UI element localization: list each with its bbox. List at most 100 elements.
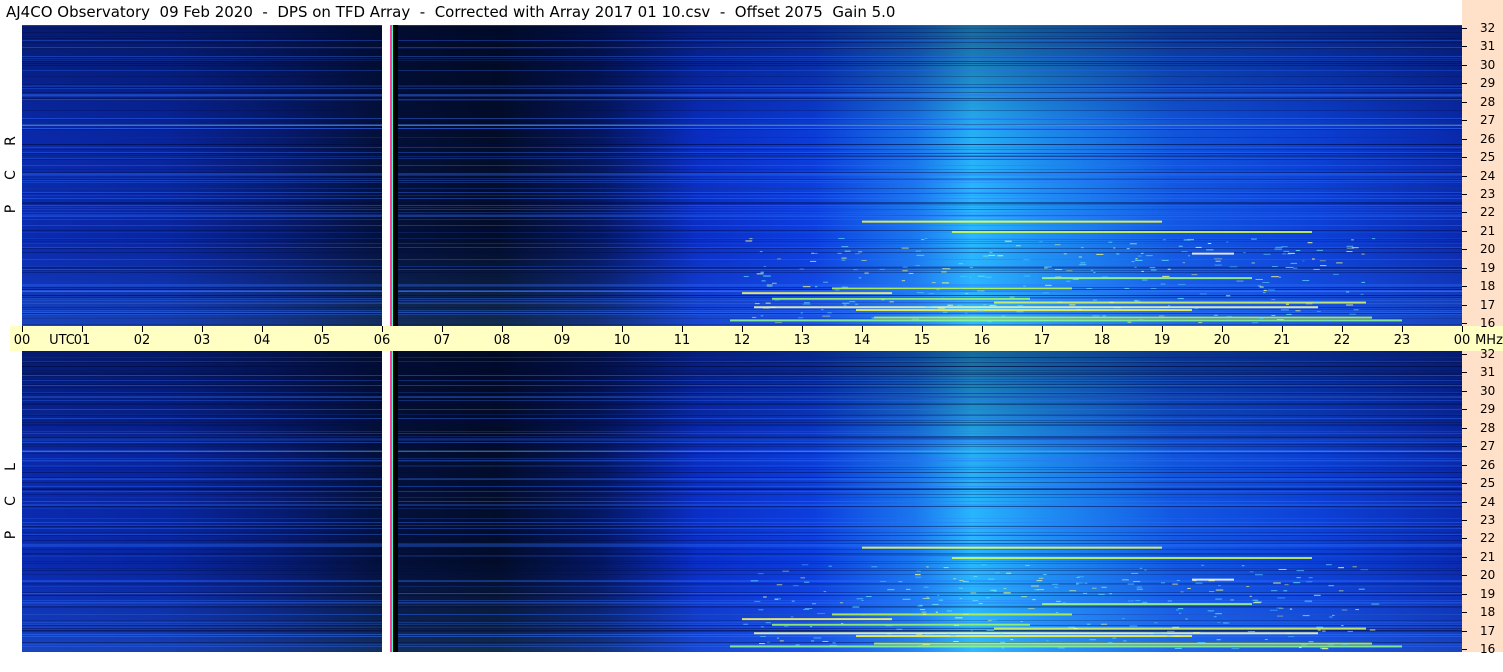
noise-line xyxy=(22,540,1462,541)
x-tick-label: 09 xyxy=(553,333,571,348)
noise-line xyxy=(22,561,1462,562)
noise-line xyxy=(22,472,1462,473)
burst-speckle xyxy=(1108,241,1113,243)
burst-speckle xyxy=(1177,283,1186,285)
burst-speckle xyxy=(1187,255,1191,257)
noise-line xyxy=(22,219,1462,220)
x-tick-label: 03 xyxy=(193,333,211,348)
burst-speckle xyxy=(841,259,846,261)
x-tick-mark xyxy=(622,326,623,332)
noise-line xyxy=(22,225,1462,226)
burst-speckle xyxy=(879,268,885,270)
noise-line xyxy=(22,636,1462,637)
noise-line xyxy=(22,65,1462,66)
y-tick-mark xyxy=(1462,575,1467,577)
noise-line xyxy=(22,535,1462,536)
burst-streak xyxy=(874,316,1372,319)
burst-speckle xyxy=(776,637,780,639)
burst-speckle xyxy=(765,302,771,304)
noise-line xyxy=(22,602,1462,603)
y-tick-label: 21 xyxy=(1480,223,1496,238)
burst-speckle xyxy=(1045,640,1049,642)
burst-speckle xyxy=(1043,267,1048,269)
y-tick-mark xyxy=(1462,538,1467,540)
noise-line xyxy=(22,56,1462,57)
burst-speckle xyxy=(1226,315,1233,317)
noise-line xyxy=(22,147,1462,148)
burst-speckle xyxy=(1093,271,1096,273)
noise-line xyxy=(22,593,1462,594)
noise-line xyxy=(22,525,1462,526)
gap-edge-line xyxy=(390,25,392,326)
burst-streak xyxy=(772,297,1030,300)
noise-line xyxy=(22,174,1462,175)
burst-speckle xyxy=(1255,278,1263,280)
burst-speckle xyxy=(1278,568,1287,570)
burst-speckle xyxy=(914,574,921,576)
burst-speckle xyxy=(799,268,805,270)
burst-speckle xyxy=(810,260,817,262)
burst-speckle xyxy=(749,238,753,240)
noise-line xyxy=(22,25,1462,26)
burst-speckle xyxy=(1129,625,1138,627)
burst-speckle xyxy=(938,599,944,601)
noise-line xyxy=(22,442,1462,443)
noise-line xyxy=(22,543,1462,544)
noise-line xyxy=(22,98,1462,99)
noise-line xyxy=(22,488,1462,489)
burst-speckle xyxy=(1307,242,1313,244)
burst-speckle xyxy=(953,578,957,580)
burst-speckle xyxy=(1341,609,1348,611)
noise-line xyxy=(22,188,1462,189)
burst-speckle xyxy=(989,304,997,306)
burst-speckle xyxy=(1271,266,1278,268)
panel-label-rcp: R C P xyxy=(3,124,19,226)
burst-speckle xyxy=(1271,276,1279,278)
burst-speckle xyxy=(1305,303,1313,305)
burst-speckle xyxy=(1113,247,1116,249)
burst-speckle xyxy=(1254,601,1263,603)
burst-streak xyxy=(754,632,1318,635)
burst-speckle xyxy=(1101,623,1108,625)
noise-line xyxy=(22,204,1462,205)
noise-line xyxy=(22,505,1462,506)
burst-speckle xyxy=(803,609,810,611)
burst-speckle xyxy=(1360,293,1364,295)
x-tick-label: 22 xyxy=(1333,333,1351,348)
x-tick-mark xyxy=(1162,326,1163,332)
noise-line xyxy=(22,99,1462,100)
burst-speckle xyxy=(1116,276,1122,278)
burst-speckle xyxy=(988,254,996,256)
burst-speckle xyxy=(828,565,832,567)
burst-speckle xyxy=(763,596,767,598)
burst-speckle xyxy=(915,576,922,578)
spectrogram-lcp xyxy=(22,351,1462,652)
burst-speckle xyxy=(1197,642,1206,644)
burst-speckle xyxy=(1271,315,1276,317)
burst-speckle xyxy=(1004,240,1012,242)
burst-speckle xyxy=(919,604,923,606)
noise-line xyxy=(22,546,1462,547)
burst-speckle xyxy=(1150,633,1154,635)
burst-speckle xyxy=(1038,577,1044,579)
burst-speckle xyxy=(935,611,938,613)
y-tick-mark xyxy=(1462,427,1467,429)
y-tick-mark xyxy=(1462,483,1467,485)
burst-speckle xyxy=(959,275,967,277)
burst-speckle xyxy=(1226,241,1229,243)
noise-line xyxy=(22,129,1462,130)
y-tick-label: 19 xyxy=(1480,260,1496,275)
x-tick-label: 16 xyxy=(973,333,991,348)
burst-speckle xyxy=(1000,641,1006,643)
noise-line xyxy=(22,584,1462,585)
burst-speckle xyxy=(885,625,893,627)
burst-speckle xyxy=(1289,608,1293,610)
noise-line xyxy=(22,238,1462,239)
burst-speckle xyxy=(761,280,766,282)
burst-speckle xyxy=(774,322,782,324)
noise-line xyxy=(22,270,1462,271)
x-tick-mark xyxy=(802,326,803,332)
noise-line xyxy=(22,366,1462,367)
noise-line xyxy=(22,583,1462,584)
noise-line xyxy=(22,36,1462,37)
